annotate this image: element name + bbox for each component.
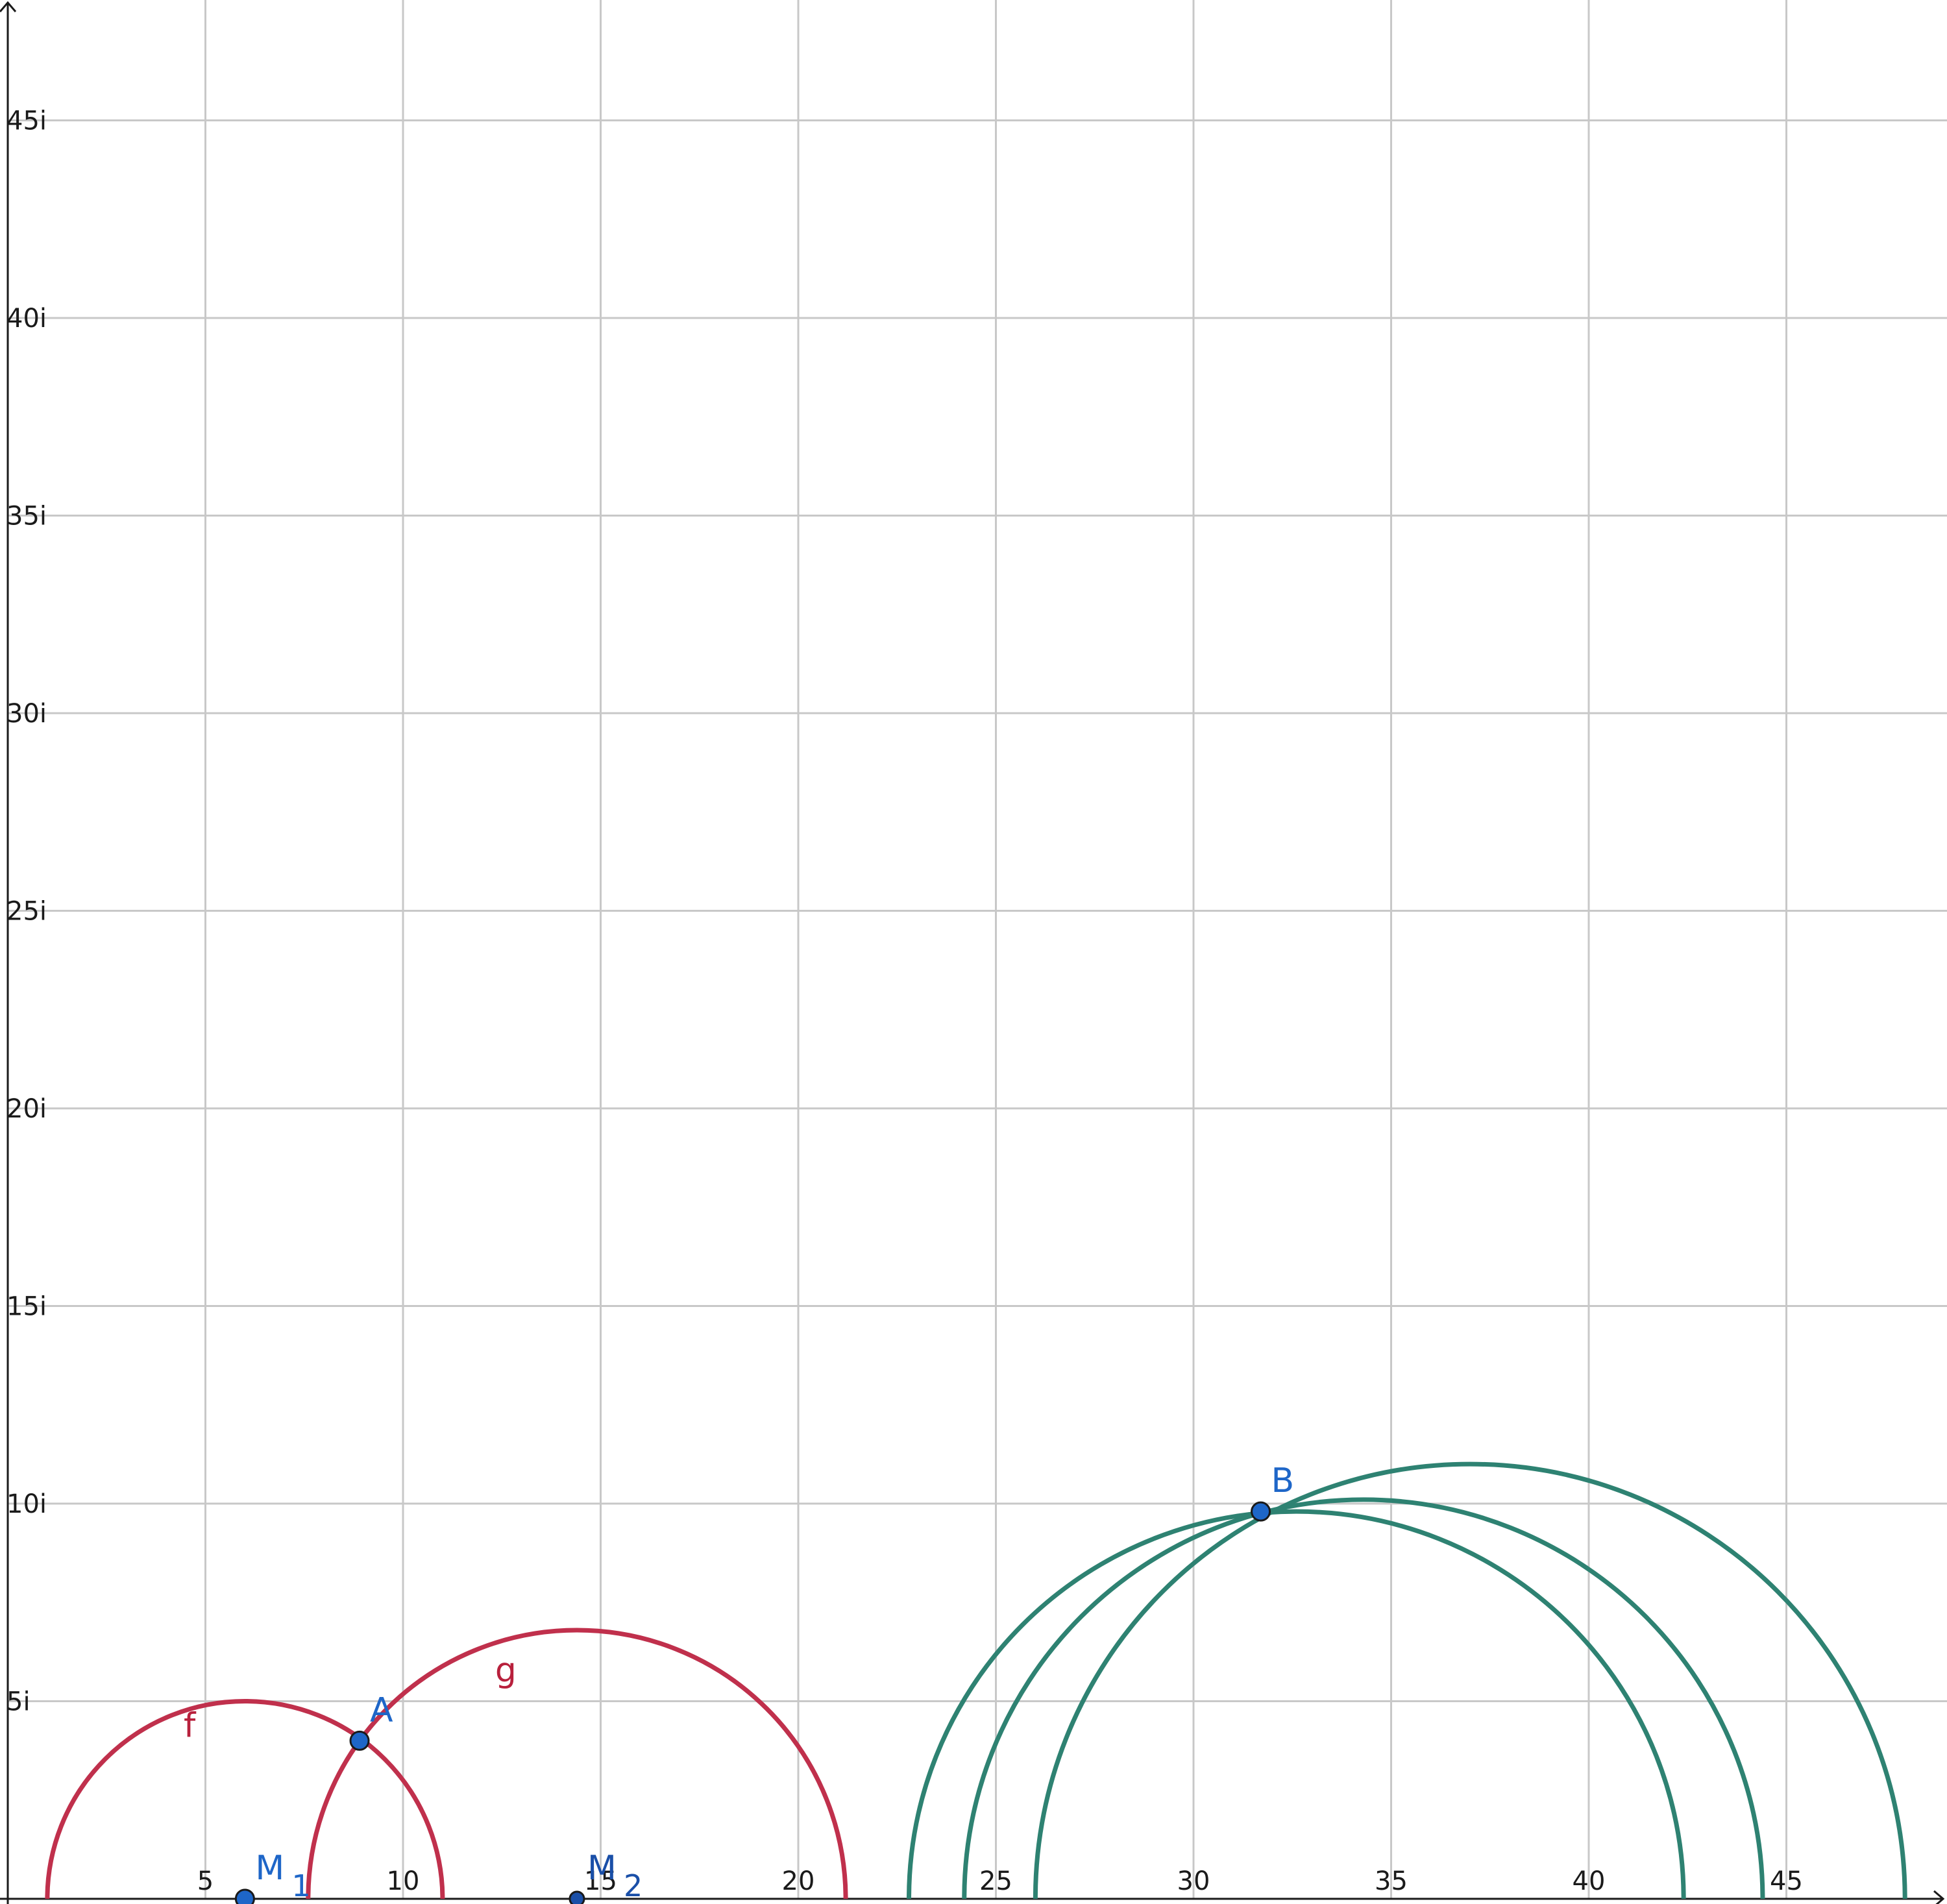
y-tick-label: 15i [6,1292,47,1322]
real-axis-arrow [1933,1890,1945,1904]
x-tick-label: 30 [1177,1866,1210,1896]
point-M2 [569,1890,585,1904]
x-tick-label: 35 [1375,1866,1408,1896]
x-tick-label: 20 [782,1866,815,1896]
point-B [1251,1501,1271,1522]
y-tick-label: 35i [6,502,47,531]
x-tick-label: 25 [979,1866,1012,1896]
y-tick-label: 40i [6,304,47,334]
point-label-A: A [370,1690,393,1729]
y-tick-label: 45i [6,106,47,136]
x-tick-label: 45 [1770,1866,1803,1896]
curve-label-g: g [495,1651,517,1690]
x-tick-label: 5 [197,1866,214,1896]
y-tick-label: 30i [6,699,47,729]
x-tick-label: 10 [387,1866,420,1896]
y-tick-label: 10i [6,1489,47,1519]
arc-2 [907,1509,1686,1899]
arc-4 [1033,1461,1907,1899]
point-label-sub: 2 [624,1868,643,1903]
x-tick-label: 40 [1573,1866,1606,1896]
axes [0,1,1945,1904]
y-tick-label: 5i [6,1687,31,1717]
point-A [349,1730,370,1751]
arc-f [45,1699,445,1899]
point-label-B: B [1271,1461,1295,1500]
semicircle-arcs [45,1461,1907,1899]
curve-label-f: f [184,1706,197,1745]
point-label-M1: M [255,1849,284,1888]
y-tick-label: 20i [6,1094,47,1124]
grid [8,0,1947,1899]
tick-labels: 5 10 15 20 25 30 35 40 455i10i15i20i25i30i35i40i… [6,106,1803,1897]
point-M1 [234,1888,255,1904]
y-tick-label: 25i [6,897,47,927]
point-label-M2: M [587,1849,617,1888]
point-label-sub: 1 [291,1868,310,1903]
complex-plane-plot: 5 10 15 20 25 30 35 40 455i10i15i20i25i30i35i40i… [0,0,1947,1904]
